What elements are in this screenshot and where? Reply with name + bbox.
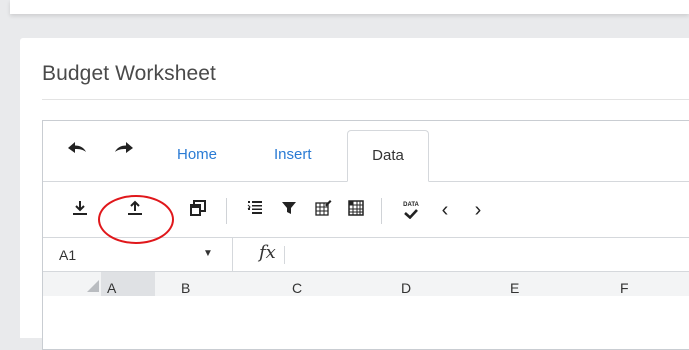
column-header[interactable]: C bbox=[292, 280, 302, 296]
tab-data-label: Data bbox=[372, 147, 404, 164]
sheet-icon bbox=[189, 199, 207, 222]
filter-icon bbox=[280, 199, 298, 222]
export-icon bbox=[126, 199, 144, 222]
fx-icon: fx bbox=[259, 242, 276, 263]
column-header[interactable]: B bbox=[181, 280, 190, 296]
ribbon-tabs: Home Insert Data bbox=[43, 121, 689, 182]
tab-home[interactable]: Home bbox=[177, 146, 217, 163]
import-icon bbox=[71, 199, 89, 222]
ribbon-toolbar: DATA ‹ › bbox=[43, 182, 689, 244]
chevron-right-icon[interactable]: › bbox=[466, 198, 490, 222]
column-header[interactable]: D bbox=[401, 280, 411, 296]
data-validation-button[interactable]: DATA bbox=[399, 198, 423, 222]
toolbar-separator bbox=[226, 198, 227, 224]
undo-icon[interactable] bbox=[66, 139, 88, 157]
tab-data[interactable]: Data bbox=[347, 130, 429, 182]
name-box-value: A1 bbox=[59, 247, 77, 263]
column-header[interactable]: E bbox=[510, 280, 519, 296]
select-all-corner[interactable] bbox=[87, 280, 99, 292]
filter-button[interactable] bbox=[277, 198, 301, 222]
page-title: Budget Worksheet bbox=[42, 62, 216, 85]
list-icon bbox=[246, 199, 264, 222]
chevron-down-icon[interactable]: ▼ bbox=[203, 248, 213, 259]
name-box[interactable]: A1 ▼ bbox=[43, 238, 233, 271]
data-validation-text: DATA bbox=[403, 201, 419, 208]
fx-separator bbox=[284, 246, 285, 264]
worksheet-panel: Budget Worksheet Home Insert Data DATA ‹… bbox=[20, 38, 689, 350]
table-grid-icon bbox=[347, 199, 365, 222]
export-button[interactable] bbox=[123, 198, 147, 222]
list-button[interactable] bbox=[243, 198, 267, 222]
spreadsheet-widget: Home Insert Data DATA ‹ › A1 ▼ fx A B C … bbox=[42, 120, 689, 350]
formula-input[interactable] bbox=[287, 238, 689, 271]
import-button[interactable] bbox=[68, 198, 92, 222]
formula-bar: A1 ▼ fx bbox=[43, 238, 689, 272]
column-header[interactable]: A bbox=[107, 280, 116, 296]
column-header[interactable]: F bbox=[620, 280, 629, 296]
column-header-row: A B C D E F bbox=[43, 272, 689, 296]
toolbar-separator bbox=[381, 198, 382, 224]
edit-grid-icon bbox=[314, 199, 332, 222]
data-validation-icon: DATA bbox=[403, 202, 419, 219]
edit-grid-button[interactable] bbox=[311, 198, 335, 222]
redo-icon[interactable] bbox=[113, 139, 135, 157]
sheet-button[interactable] bbox=[186, 198, 210, 222]
chevron-left-icon[interactable]: ‹ bbox=[433, 198, 457, 222]
tab-insert[interactable]: Insert bbox=[274, 146, 312, 163]
top-bar bbox=[10, 0, 689, 14]
table-grid-button[interactable] bbox=[344, 198, 368, 222]
title-divider bbox=[42, 99, 689, 100]
